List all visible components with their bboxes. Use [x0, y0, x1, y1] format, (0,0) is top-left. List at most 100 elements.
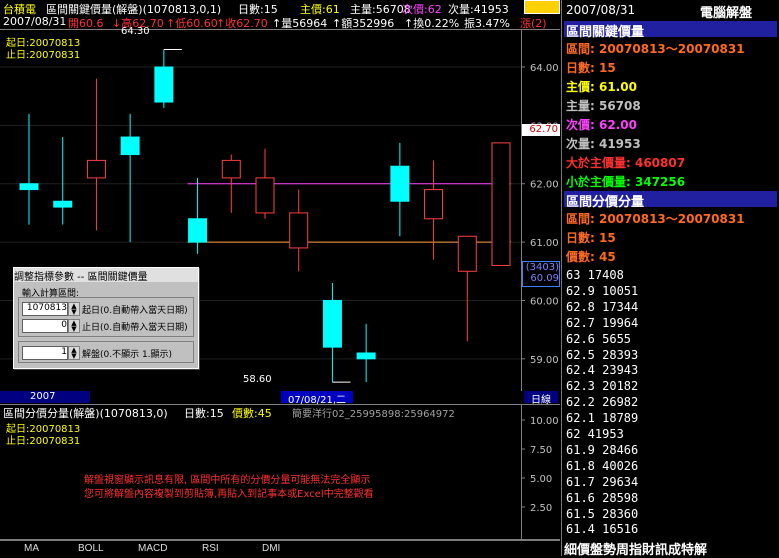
tab-rsi[interactable]: RSI — [202, 543, 219, 554]
tab-boll[interactable]: BOLL — [78, 543, 104, 554]
dialog-title[interactable]: 調整指標參數 -- 區間關鍵價量 — [14, 268, 198, 283]
start-date-input[interactable]: 1070813 — [22, 302, 68, 316]
panel-below-main: 小於主價量: 347256 — [566, 175, 686, 189]
lower-prices: 價數:45 — [232, 407, 272, 420]
candle[interactable] — [457, 235, 477, 342]
price-volume-row: 62.8 17344 — [566, 299, 639, 314]
price-volume-row: 62.3 20182 — [566, 379, 639, 394]
y-tick-label: 60.00 — [530, 296, 559, 307]
candle-body — [457, 235, 477, 272]
y-tick-label: 59.00 — [530, 355, 559, 366]
price-volume-row: 63 17408 — [566, 268, 624, 282]
candle-body — [53, 200, 73, 208]
key-price-lines — [187, 183, 511, 243]
candle[interactable] — [491, 142, 511, 266]
price-volume-row: 62.2 26982 — [566, 395, 639, 410]
candle-body — [255, 177, 275, 214]
candle-body — [188, 218, 208, 243]
y-tick-label: 62.00 — [530, 180, 559, 191]
price-volume-row: 62 41953 — [566, 427, 624, 441]
panel-footer[interactable]: 細價盤勢周指財訊成特解 — [564, 539, 778, 558]
price-volume-row: 61.6 28598 — [566, 490, 639, 505]
start-date-spinner[interactable]: ▲ ▼ — [68, 302, 80, 316]
price-volume-row: 61.9 28466 — [566, 442, 639, 457]
price-volume-row: 62.9 10051 — [566, 283, 639, 298]
panel-section-key-price: 區間關鍵價量 — [564, 21, 777, 40]
high-mark-label: 64.30 — [121, 26, 150, 37]
candle[interactable] — [390, 142, 410, 237]
lower-extra: 簡要洋行02_25995898:25964972 — [292, 409, 455, 420]
end-date-label: 止日(0.自動帶入當天日期) — [82, 323, 188, 333]
candle-body — [424, 189, 444, 220]
candle[interactable] — [53, 137, 73, 225]
cursor-count: (3403) — [525, 262, 559, 273]
show-solution-spinner[interactable]: ▲ ▼ — [68, 346, 80, 360]
candle-body — [154, 66, 174, 103]
y-tick-label: 64.00 — [530, 63, 559, 74]
candle[interactable] — [289, 189, 309, 272]
candle[interactable] — [154, 49, 174, 108]
panel-prices-2: 價數: 45 — [566, 250, 616, 264]
panel-section-price-volume: 區間分價分量 — [564, 191, 777, 210]
end-date-spinner[interactable]: ▲ ▼ — [68, 319, 80, 333]
price-volume-row: 62.5 28393 — [566, 347, 639, 362]
price-volume-row: 62.4 23943 — [566, 363, 639, 378]
lower-days: 日數:15 — [184, 407, 224, 420]
panel-main-price: 主價: 61.00 — [566, 80, 637, 94]
candle-body — [289, 212, 309, 249]
candle-body — [19, 183, 39, 191]
price-volume-row: 61.5 28360 — [566, 506, 639, 521]
cursor-price: 60.09 — [530, 273, 559, 284]
last-price-tag: 62.70 — [522, 124, 560, 136]
tab-ma[interactable]: MA — [24, 543, 39, 554]
tab-dmi[interactable]: DMI — [262, 543, 280, 554]
lower-notice-line1: 解盤視窗顯示訊息有限, 區間中所有的分價分量可能無法完全顯示 — [84, 475, 371, 486]
period-selector[interactable]: 日線 — [524, 391, 558, 406]
panel-date: 2007/08/31 — [566, 3, 636, 17]
panel-days-2: 日數: 15 — [566, 231, 616, 245]
candle-body — [390, 165, 410, 202]
lower-y-tick-label: 5.00 — [530, 474, 552, 485]
tab-macd[interactable]: MACD — [138, 543, 167, 554]
low-mark-label: 58.60 — [243, 374, 272, 385]
param-dialog[interactable]: 調整指標參數 -- 區間關鍵價量 輸入計算區間: 1070813 ▲ ▼ 起日(0… — [13, 267, 199, 369]
lower-end-date: 止日:20070831 — [6, 436, 81, 447]
price-volume-row: 62.7 19964 — [566, 315, 639, 330]
candle-body — [356, 352, 376, 360]
panel-days-1: 日數: 15 — [566, 61, 616, 75]
candle[interactable] — [424, 160, 444, 260]
panel-above-main: 大於主價量: 460807 — [566, 156, 686, 170]
candle[interactable] — [356, 323, 376, 383]
candle[interactable] — [188, 177, 208, 254]
price-volume-row: 61.4 16516 — [566, 522, 639, 537]
lower-notice-line2: 您可將解盤內容複製到剪貼簿,再貼入到記事本或Excel中完整觀看 — [84, 489, 374, 500]
panel-title: 電腦解盤 — [700, 6, 753, 21]
price-volume-row: 61.7 29634 — [566, 474, 639, 489]
lower-y-axis-ticks: 10.00 7.50 5.00 2.50 — [521, 416, 559, 514]
candle[interactable] — [255, 148, 275, 219]
candle[interactable] — [86, 78, 106, 231]
panel-main-vol: 主量: 56708 — [566, 99, 641, 113]
show-solution-input[interactable]: 1 — [22, 346, 68, 360]
cursor-readout: (3403) 60.09 — [522, 261, 560, 287]
date-axis-bar: 2007 07/08/21,二 日線 — [0, 391, 560, 406]
analysis-panel: 2007/08/31 電腦解盤 區間關鍵價量 區間: 20070813～2007… — [561, 0, 779, 558]
lower-y-tick-label: 2.50 — [530, 503, 552, 514]
year-label: 2007 — [0, 391, 90, 403]
candle-body — [221, 159, 241, 179]
candle[interactable] — [322, 282, 342, 383]
panel-range-1: 區間: 20070813～20070831 — [566, 42, 745, 56]
panel-range-2: 區間: 20070813～20070831 — [566, 212, 745, 226]
lower-y-tick-label: 10.00 — [530, 416, 559, 427]
price-volume-row: 62.1 18789 — [566, 411, 639, 426]
candle[interactable] — [19, 113, 39, 225]
lower-indicator-title[interactable]: 區間分價分量(解盤)(1070813,0) — [3, 405, 168, 421]
candle[interactable] — [120, 113, 140, 243]
chart-end-date: 止日:20070831 — [6, 50, 81, 61]
end-date-input[interactable]: 0 — [22, 319, 68, 333]
candle-body — [86, 159, 106, 179]
indicator-tab-bar: MA BOLL MACD RSI DMI — [0, 540, 560, 557]
panel-sub-vol: 次量: 41953 — [566, 137, 641, 151]
price-volume-row: 62.6 5655 — [566, 331, 632, 346]
lower-y-tick-label: 7.50 — [530, 445, 552, 456]
